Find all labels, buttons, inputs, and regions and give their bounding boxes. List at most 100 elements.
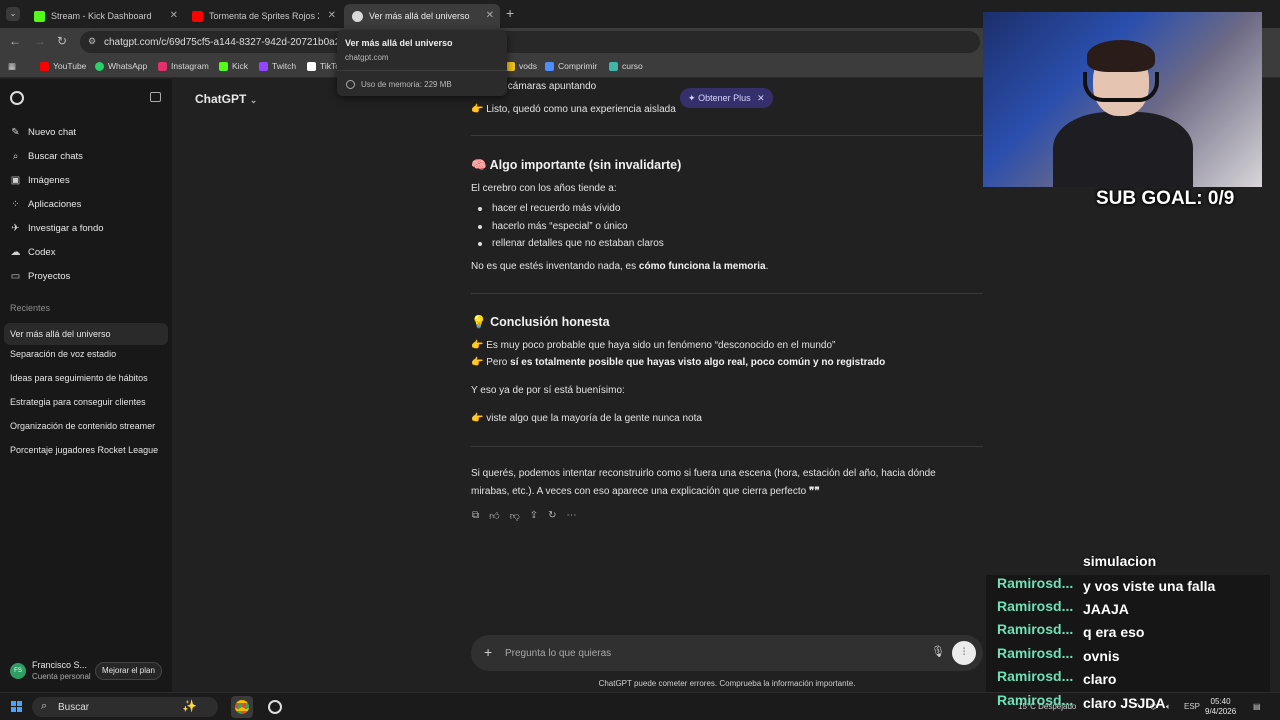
bookmark-instagram[interactable]: Instagram: [158, 61, 209, 71]
bookmark-youtube[interactable]: YouTube: [40, 61, 86, 71]
bookmark-label: curso: [622, 61, 643, 71]
bookmark-kick[interactable]: Kick: [219, 61, 248, 71]
image-icon: ▣: [10, 175, 21, 186]
chrome-taskbar-icon[interactable]: [231, 696, 253, 718]
regenerate-icon[interactable]: ↻: [548, 510, 556, 522]
sidebar-item-label: Investigar a fondo: [28, 223, 104, 234]
message-bold: sí es totalmente posible que hayas visto…: [510, 357, 886, 368]
tab-search-icon[interactable]: ⌄: [6, 7, 20, 21]
new-tab-icon[interactable]: +: [506, 5, 514, 21]
tab-title: Stream - Kick Dashboard: [51, 11, 152, 21]
close-tab-icon[interactable]: ✕: [328, 10, 336, 21]
message-bold: cómo funciona la memoria: [638, 261, 766, 272]
back-icon[interactable]: ←: [9, 34, 21, 48]
message-text: Es muy poco probable que haya sido un fe…: [486, 340, 836, 351]
bullet-icon: [478, 242, 482, 246]
divider: [471, 293, 983, 294]
recent-chat-item[interactable]: Ideas para seguimiento de hábitos: [10, 373, 148, 383]
language-indicator[interactable]: ESP: [1184, 702, 1200, 711]
close-tab-icon[interactable]: ✕: [486, 10, 494, 21]
thumbs-down-icon[interactable]: 👎︎: [510, 510, 520, 522]
kick-favicon-icon: [34, 10, 45, 22]
memory-icon: [346, 80, 355, 89]
windows-start-icon[interactable]: [11, 701, 22, 712]
tab-kick-dashboard[interactable]: Stream - Kick Dashboard ✕: [26, 4, 184, 28]
recent-chat-item[interactable]: Organización de contenido streamer: [10, 421, 155, 431]
tab-chatgpt[interactable]: Ver más allá del universo ✕: [344, 4, 500, 28]
recent-chat-item[interactable]: Ver más allá del universo: [4, 323, 168, 345]
share-icon[interactable]: ⇪: [530, 510, 538, 522]
code-icon: ☁: [10, 247, 21, 258]
sidebar-item-deep-research[interactable]: ✈ Investigar a fondo: [10, 223, 104, 234]
openai-logo-icon[interactable]: [10, 91, 24, 105]
stream-chat-line: Ramirosd... q era eso: [997, 621, 1144, 640]
chat-username: Ramirosd...: [997, 692, 1074, 708]
message-line: Y eso ya de por sí está buenísimo:: [471, 385, 625, 396]
notifications-icon[interactable]: ▤: [1253, 702, 1261, 711]
message-line: 👉 viste algo que la mayoría de la gente …: [471, 413, 702, 424]
recent-chat-item[interactable]: Estrategia para conseguir clientes: [10, 397, 146, 407]
upgrade-plan-button[interactable]: Mejorar el plan: [95, 662, 162, 680]
clock-time: 05:40: [1210, 697, 1231, 706]
composer: + 🎙︎ ⫶: [471, 635, 983, 671]
user-plan: Cuenta personal: [32, 672, 91, 681]
folder-icon: [506, 61, 515, 71]
stream-chat-message: simulacion: [1083, 553, 1157, 569]
forward-icon[interactable]: →: [34, 34, 46, 48]
volume-icon[interactable]: 🔈︎: [1166, 702, 1171, 712]
bookmark-twitch[interactable]: Twitch: [259, 61, 296, 71]
chat-username: Ramirosd...: [997, 598, 1074, 614]
taskbar-search[interactable]: ⌕ Buscar ✨: [32, 697, 218, 717]
collapse-sidebar-icon[interactable]: [150, 92, 161, 102]
chat-text: claro: [1083, 671, 1117, 687]
apps-grid-icon[interactable]: ▦: [8, 61, 16, 72]
bookmark-whatsapp[interactable]: WhatsApp: [95, 61, 147, 71]
more-icon[interactable]: ⋯: [567, 510, 577, 522]
close-tab-icon[interactable]: ✕: [170, 10, 178, 21]
model-selector[interactable]: ChatGPT ⌄: [195, 92, 257, 106]
sidebar-item-search-chats[interactable]: ⌕ Buscar chats: [10, 151, 83, 162]
tab-youtube-video[interactable]: Tormenta de Sprites Rojos 2019 ✕: [184, 4, 342, 28]
thumbs-up-icon[interactable]: 👍︎: [489, 510, 499, 522]
apps-icon: ⁘: [11, 199, 20, 210]
bookmark-vods[interactable]: vods: [506, 61, 537, 71]
youtube-favicon-icon: [192, 10, 203, 22]
prompt-input[interactable]: [505, 644, 905, 662]
model-name: ChatGPT: [195, 92, 247, 106]
recent-chat-item[interactable]: Porcentaje jugadores Rocket League: [10, 445, 158, 455]
divider: [471, 135, 983, 136]
sidebar-item-codex[interactable]: ☁ Codex: [10, 247, 56, 258]
sidebar-item-label: Nuevo chat: [28, 127, 77, 138]
lightbulb-icon: 💡: [471, 315, 487, 329]
user-profile[interactable]: FS Francisco S... Cuenta personal: [10, 660, 91, 681]
attach-plus-icon[interactable]: +: [484, 644, 492, 660]
divider: [337, 70, 507, 71]
pointing-hand-icon: 👉: [471, 104, 484, 115]
copy-icon[interactable]: ⧉: [472, 510, 479, 522]
url-text[interactable]: chatgpt.com/c/69d75cf5-a144-8327-942d-20…: [104, 37, 351, 48]
system-clock[interactable]: 05:40 9/4/2026: [1205, 697, 1236, 717]
heading-text: Algo importante (sin invalidarte): [489, 158, 682, 172]
recent-chat-item[interactable]: Separación de voz estadio: [10, 349, 116, 359]
reload-icon[interactable]: ↻: [57, 34, 67, 48]
message-line: 👉 Es muy poco probable que haya sido un …: [471, 340, 835, 351]
sidebar-item-projects[interactable]: ▭ Proyectos: [10, 271, 70, 282]
bookmark-comprimir[interactable]: Comprimir: [545, 61, 597, 71]
chat-username: Ramirosd...: [997, 645, 1074, 661]
microphone-icon[interactable]: 🎙︎: [931, 645, 945, 658]
quote-icon: ❞❞: [808, 486, 820, 497]
heading-text: Conclusión honesta: [490, 315, 610, 329]
get-plus-button[interactable]: ✦ Obtener Plus ✕: [680, 88, 773, 108]
sidebar-item-apps[interactable]: ⁘ Aplicaciones: [10, 199, 81, 210]
webcam-person: [1053, 112, 1193, 187]
obs-taskbar-icon[interactable]: [264, 696, 286, 718]
close-icon[interactable]: ✕: [757, 93, 765, 103]
voice-mode-button[interactable]: ⫶: [952, 641, 976, 665]
kick-icon: [219, 61, 228, 71]
bookmark-curso[interactable]: curso: [609, 61, 643, 71]
stream-chat-line: Ramirosd... JAAJA: [997, 598, 1129, 617]
sidebar-item-images[interactable]: ▣ Imágenes: [10, 175, 70, 186]
sidebar-item-new-chat[interactable]: ✎ Nuevo chat: [10, 127, 76, 138]
site-info-icon[interactable]: ⚙: [88, 36, 96, 47]
bookmark-label: Kick: [232, 61, 249, 71]
